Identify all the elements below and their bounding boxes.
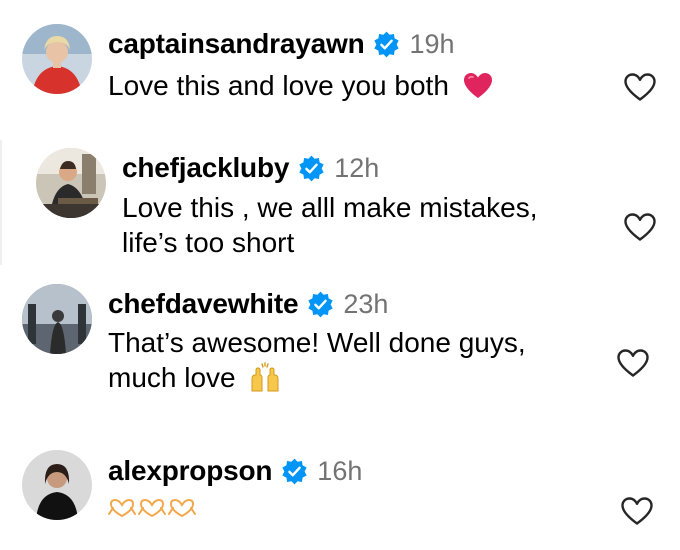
- verified-badge-icon: [374, 31, 400, 57]
- heart-hands-emoji-icon: [138, 498, 166, 518]
- comment-time: 19h: [409, 28, 455, 59]
- like-heart-icon[interactable]: [623, 72, 657, 102]
- heart-hands-emoji-icon: [108, 498, 136, 518]
- username[interactable]: captainsandrayawn: [108, 28, 365, 60]
- raising-hands-emoji-icon: [251, 361, 279, 392]
- like-heart-icon[interactable]: [623, 212, 657, 242]
- comment-time: 23h: [343, 288, 389, 319]
- comment-text-line: life’s too short: [122, 227, 295, 258]
- reply-thread-line: [0, 140, 2, 265]
- avatar[interactable]: [22, 450, 92, 520]
- avatar[interactable]: [36, 148, 106, 218]
- comment-time: 12h: [334, 152, 380, 183]
- comment-text-line: That’s awesome! Well done guys,: [108, 327, 526, 358]
- avatar[interactable]: [22, 284, 92, 354]
- comment-text-line: much love: [108, 362, 236, 393]
- like-heart-icon[interactable]: [620, 496, 654, 526]
- comment-text: Love this , we alll make mistakes, life’…: [122, 190, 538, 260]
- comment-text-line: Love this and love you both: [108, 70, 449, 101]
- username[interactable]: alexpropson: [108, 455, 272, 487]
- verified-badge-icon: [308, 291, 334, 317]
- heart-hands-emoji-icon: [168, 498, 196, 518]
- username[interactable]: chefdavewhite: [108, 288, 299, 320]
- avatar[interactable]: [22, 24, 92, 94]
- comment-time: 16h: [317, 455, 363, 486]
- comment-text: That’s awesome! Well done guys, much lov…: [108, 325, 526, 395]
- comment-text-line: Love this , we alll make mistakes,: [122, 192, 538, 223]
- like-heart-icon[interactable]: [616, 348, 650, 378]
- verified-badge-icon: [282, 458, 307, 484]
- verified-badge-icon: [299, 155, 324, 181]
- red-heart-emoji-icon: [463, 72, 492, 98]
- username[interactable]: chefjackluby: [122, 152, 289, 184]
- comment-text: Love this and love you both: [108, 68, 493, 103]
